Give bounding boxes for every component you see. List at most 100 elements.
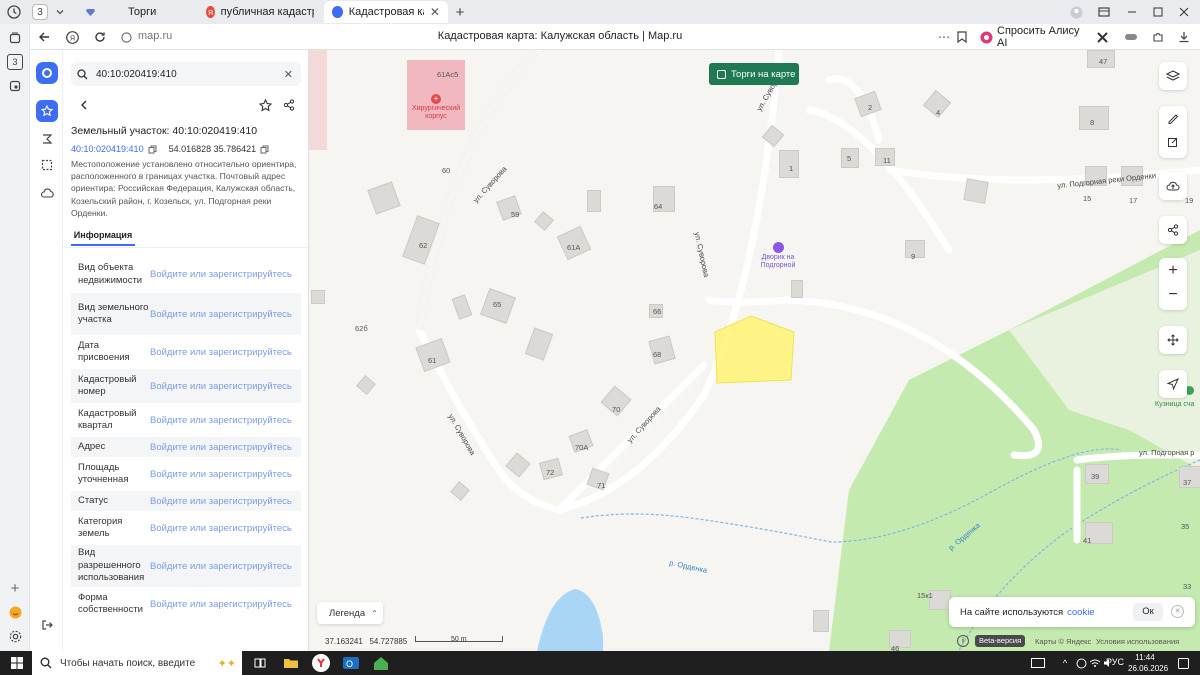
outlook-icon[interactable]: O — [342, 655, 360, 671]
history-icon[interactable] — [6, 4, 22, 20]
clock[interactable]: 11:44 26.06.2026 — [1128, 652, 1168, 674]
select-area-icon[interactable] — [36, 154, 58, 176]
cookie-ok-button[interactable]: Ок — [1133, 603, 1163, 621]
new-tab-button[interactable]: + — [452, 4, 468, 21]
chevron-up-icon[interactable]: ^ — [1058, 655, 1072, 671]
house-number: 37 — [1183, 478, 1192, 487]
pan-button[interactable] — [1159, 326, 1187, 354]
keyboard-icon[interactable] — [1030, 655, 1046, 671]
login-icon[interactable] — [36, 614, 58, 636]
taskbar-search[interactable]: Чтобы начать поиск, введите ✦✦ — [32, 651, 242, 675]
file-explorer-icon[interactable] — [282, 655, 300, 671]
login-link[interactable]: Войдите или зарегистрируйтесь — [150, 309, 294, 320]
settings-icon[interactable] — [7, 628, 23, 644]
login-link[interactable]: Войдите или зарегистрируйтесь — [150, 523, 294, 534]
extension-toggle-icon[interactable] — [1122, 29, 1140, 45]
upload-cloud-button[interactable] — [1159, 172, 1187, 200]
extension-x-icon[interactable] — [1094, 29, 1110, 45]
legend-button[interactable]: Легенда ⌃ — [317, 602, 383, 624]
collections-icon[interactable] — [7, 30, 23, 46]
login-link[interactable]: Войдите или зарегистрируйтесь — [150, 496, 294, 507]
edit-icon[interactable] — [1167, 136, 1179, 148]
alice-button[interactable]: Спросить Алису AI — [976, 25, 1084, 49]
chevron-down-icon[interactable] — [52, 4, 68, 20]
windows-start-icon[interactable] — [10, 656, 24, 670]
close-icon[interactable]: ✕ — [1171, 605, 1184, 618]
parcel-info-panel: 40:10:020419:410 ✕ Земельный участок: 40… — [63, 50, 309, 651]
globe-icon[interactable] — [1074, 655, 1088, 671]
tab-information[interactable]: Информация — [71, 226, 135, 246]
wifi-icon[interactable] — [1088, 655, 1102, 671]
maximize-button[interactable] — [1150, 4, 1166, 20]
notifications-icon[interactable] — [1176, 655, 1190, 671]
smile-icon[interactable] — [7, 604, 23, 620]
cad-number-link[interactable]: 40:10:020419:410 — [71, 144, 144, 154]
more-icon[interactable]: ⋯ — [936, 29, 952, 45]
sparkle-icon: ✦✦ — [217, 657, 236, 670]
cloud-icon[interactable] — [36, 182, 58, 204]
mapru-logo-icon[interactable] — [36, 62, 58, 84]
tab-public-cadastral[interactable]: Я публичная кадастровая к — [198, 1, 322, 23]
tabs-counter-icon[interactable]: 3 — [7, 54, 23, 70]
tab-torgi[interactable]: Торги — [76, 1, 196, 23]
login-link[interactable]: Войдите или зарегистрируйтесь — [150, 347, 294, 358]
bookmarks-icon[interactable] — [1096, 4, 1112, 20]
back-chevron-icon[interactable] — [77, 98, 91, 112]
url-text[interactable]: map.ru — [138, 30, 172, 42]
tab-cadastral-map[interactable]: Кадастровая карта: Ка ✕ — [324, 1, 448, 23]
yandex-logo-icon[interactable]: Я — [64, 29, 80, 45]
checkbox[interactable] — [717, 69, 726, 79]
close-icon[interactable]: ✕ — [430, 5, 440, 19]
login-link[interactable]: Войдите или зарегистрируйтесь — [150, 469, 294, 480]
login-link[interactable]: Войдите или зарегистрируйтесь — [150, 561, 294, 572]
copy-icon[interactable] — [260, 145, 269, 154]
bookmark-icon[interactable] — [954, 29, 970, 45]
geolocation-button[interactable] — [1159, 370, 1187, 398]
add-panel-button[interactable]: + — [7, 580, 23, 597]
route-icon[interactable] — [36, 128, 58, 150]
task-view-icon[interactable] — [252, 655, 268, 671]
back-arrow-icon[interactable] — [36, 29, 52, 45]
site-info-icon[interactable] — [118, 29, 134, 45]
login-link[interactable]: Войдите или зарегистрируйтесь — [150, 381, 294, 392]
yandex-browser-icon[interactable] — [312, 654, 330, 672]
minimize-button[interactable] — [1124, 4, 1140, 20]
star-icon[interactable] — [257, 97, 273, 113]
cookie-link[interactable]: cookie — [1067, 607, 1094, 618]
map-attribution[interactable]: Карты © Яндекс — [1035, 637, 1091, 646]
terms-link[interactable]: Условия использования — [1096, 637, 1179, 646]
puzzle-icon[interactable] — [1150, 29, 1166, 45]
medical-cross-icon: + — [431, 94, 441, 104]
poi-hospital[interactable]: + Хирургический корпус — [409, 94, 463, 121]
login-link[interactable]: Войдите или зарегистрируйтесь — [150, 599, 294, 610]
clear-search-icon[interactable]: ✕ — [284, 68, 293, 81]
favorites-icon[interactable] — [36, 100, 58, 122]
login-link[interactable]: Войдите или зарегистрируйтесь — [150, 269, 294, 280]
app-house-icon[interactable] — [372, 655, 390, 671]
share-icon[interactable] — [281, 97, 297, 113]
zoom-out-button[interactable]: − — [1168, 286, 1177, 304]
map-canvas[interactable]: 61Ас5 60 59 61А 62 65 62б 61 66 68 70 70… — [309, 50, 1200, 651]
house-number: 61А — [567, 243, 581, 252]
download-icon[interactable] — [1176, 29, 1192, 45]
info-icon[interactable]: i — [957, 635, 969, 647]
house-number: 9 — [911, 252, 916, 261]
input-language[interactable]: РУС — [1106, 657, 1124, 667]
tab-counter-badge[interactable]: 3 — [32, 4, 48, 20]
search-input[interactable]: 40:10:020419:410 — [96, 69, 284, 80]
layers-button[interactable] — [1159, 62, 1187, 90]
close-window-button[interactable] — [1176, 4, 1192, 20]
zoom-in-button[interactable]: + — [1168, 262, 1177, 280]
reload-icon[interactable] — [92, 29, 108, 45]
profile-icon[interactable] — [1068, 4, 1084, 20]
poi-dvorik[interactable]: Дворик на Подгорной — [755, 242, 801, 270]
screenshot-icon[interactable] — [7, 78, 23, 94]
street-label: ул. Подгорная р — [1139, 448, 1195, 457]
svg-text:Я: Я — [208, 10, 213, 16]
login-link[interactable]: Войдите или зарегистрируйтесь — [150, 442, 294, 453]
auctions-on-map-button[interactable]: Торги на карте — [709, 63, 799, 85]
share-map-button[interactable] — [1159, 216, 1187, 244]
login-link[interactable]: Войдите или зарегистрируйтесь — [150, 415, 294, 426]
ruler-pencil-icon[interactable] — [1167, 112, 1179, 124]
copy-icon[interactable] — [148, 145, 157, 154]
